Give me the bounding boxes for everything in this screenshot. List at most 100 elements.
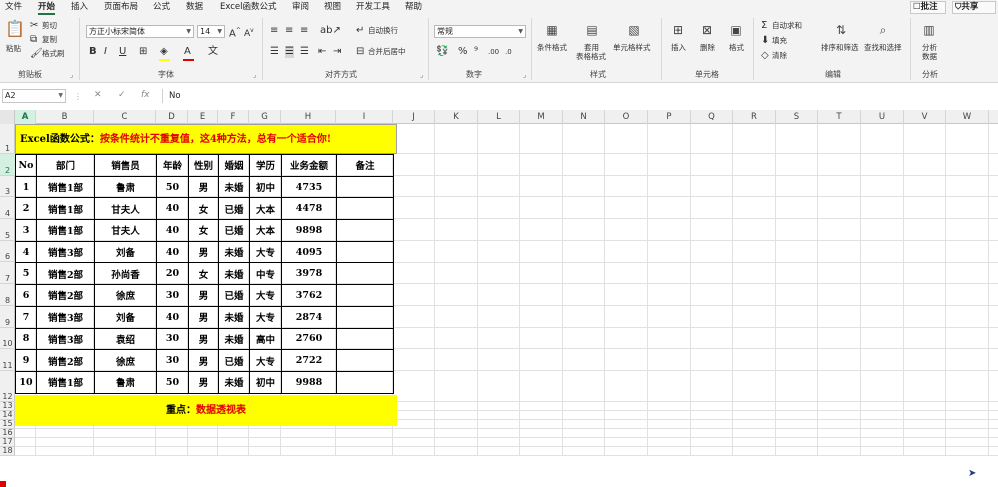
tab-developer[interactable]: 开发工具 bbox=[356, 1, 390, 14]
wrap-text-icon[interactable]: ↵ bbox=[356, 25, 364, 37]
table-cell[interactable]: No bbox=[15, 154, 37, 177]
table-cell[interactable]: 大专 bbox=[249, 349, 282, 372]
table-cell[interactable]: 2760 bbox=[281, 327, 337, 351]
column-header[interactable]: F bbox=[218, 110, 249, 124]
enter-icon[interactable]: ✓ bbox=[118, 90, 126, 100]
fill-icon[interactable]: ⬇ bbox=[761, 35, 769, 47]
tab-page-layout[interactable]: 页面布局 bbox=[104, 1, 138, 14]
table-cell[interactable]: 8 bbox=[15, 327, 37, 351]
table-cell[interactable] bbox=[336, 327, 394, 351]
format-painter-label[interactable]: 格式刷 bbox=[42, 49, 65, 59]
align-left-icon[interactable]: ☰ bbox=[270, 46, 279, 58]
comment-button[interactable]: ☐批注 bbox=[910, 1, 946, 14]
decrease-decimal-icon[interactable]: .0 bbox=[505, 46, 512, 58]
table-cell[interactable]: 销售1部 bbox=[36, 370, 95, 394]
column-header[interactable]: J bbox=[393, 110, 435, 124]
column-header[interactable]: L bbox=[478, 110, 520, 124]
table-cell[interactable]: 20 bbox=[156, 262, 189, 286]
cell-styles-label[interactable]: 单元格样式 bbox=[613, 43, 651, 53]
column-header[interactable]: E bbox=[188, 110, 218, 124]
table-cell[interactable] bbox=[336, 284, 394, 307]
table-cell[interactable]: 未婚 bbox=[218, 240, 250, 264]
copy-icon[interactable]: ⧉ bbox=[30, 34, 37, 46]
row-header[interactable]: 6 bbox=[0, 241, 15, 263]
table-cell[interactable]: 2 bbox=[15, 197, 37, 221]
fill-color-icon[interactable]: ◈ bbox=[160, 46, 168, 58]
row-header[interactable]: 4 bbox=[0, 197, 15, 220]
table-cell[interactable]: 刘备 bbox=[94, 305, 157, 329]
table-cell[interactable]: 女 bbox=[188, 197, 219, 221]
column-header[interactable]: K bbox=[435, 110, 478, 124]
decrease-font-icon[interactable]: Av bbox=[244, 25, 254, 40]
column-header[interactable]: G bbox=[249, 110, 281, 124]
autosum-label[interactable]: 自动求和 bbox=[772, 21, 802, 31]
table-cell[interactable]: 2874 bbox=[281, 305, 337, 329]
currency-icon[interactable]: 💱 bbox=[436, 46, 448, 58]
table-cell[interactable]: 销售3部 bbox=[36, 305, 95, 329]
table-cell[interactable]: 男 bbox=[188, 370, 219, 394]
table-cell[interactable]: 2722 bbox=[281, 349, 337, 372]
table-cell[interactable]: 销售1部 bbox=[36, 175, 95, 199]
align-bottom-icon[interactable]: ≡ bbox=[300, 25, 308, 37]
alignment-launcher-icon[interactable]: ⌟ bbox=[420, 71, 423, 79]
table-cell[interactable]: 鲁肃 bbox=[94, 175, 157, 199]
cell-styles-icon[interactable]: ▧ bbox=[625, 21, 643, 39]
table-cell[interactable]: 男 bbox=[188, 305, 219, 329]
border-icon[interactable]: ⊞ bbox=[139, 46, 147, 58]
insert-cells-label[interactable]: 插入 bbox=[671, 43, 686, 53]
select-all-corner[interactable] bbox=[0, 110, 15, 124]
font-size-select[interactable]: 14 ▼ bbox=[197, 25, 225, 38]
table-cell[interactable]: 已婚 bbox=[218, 349, 250, 372]
table-cell[interactable]: 徐庶 bbox=[94, 284, 157, 307]
table-cell[interactable]: 销售3部 bbox=[36, 240, 95, 264]
column-header[interactable]: S bbox=[776, 110, 818, 124]
column-header[interactable]: H bbox=[281, 110, 336, 124]
tab-view[interactable]: 视图 bbox=[324, 1, 341, 14]
table-cell[interactable]: 5 bbox=[15, 262, 37, 286]
conditional-formatting-icon[interactable]: ▦ bbox=[543, 21, 561, 39]
table-cell[interactable]: 4735 bbox=[281, 175, 337, 199]
table-cell[interactable] bbox=[336, 240, 394, 264]
table-cell[interactable]: 未婚 bbox=[218, 305, 250, 329]
table-cell[interactable]: 大专 bbox=[249, 305, 282, 329]
format-painter-icon[interactable]: 🖌 bbox=[30, 48, 43, 60]
table-cell[interactable]: 男 bbox=[188, 175, 219, 199]
find-select-icon[interactable]: ⌕ bbox=[874, 21, 892, 39]
column-header[interactable]: I bbox=[336, 110, 393, 124]
row-header[interactable]: 8 bbox=[0, 284, 15, 306]
table-cell[interactable]: 7 bbox=[15, 305, 37, 329]
table-cell[interactable]: 婚姻 bbox=[218, 154, 250, 177]
table-cell[interactable]: 销售1部 bbox=[36, 219, 95, 242]
format-as-table-label-2[interactable]: 表格格式 bbox=[576, 52, 606, 62]
sort-filter-icon[interactable]: ⇅ bbox=[832, 21, 850, 39]
table-cell[interactable]: 女 bbox=[188, 219, 219, 242]
share-button[interactable]: ⛉共享 bbox=[952, 1, 996, 14]
insert-function-icon[interactable]: fx bbox=[141, 90, 150, 100]
table-cell[interactable] bbox=[336, 197, 394, 221]
row-header[interactable]: 12 bbox=[0, 371, 15, 402]
table-cell[interactable]: 销售2部 bbox=[36, 349, 95, 372]
table-cell[interactable]: 4478 bbox=[281, 197, 337, 221]
tab-file[interactable]: 文件 bbox=[5, 1, 22, 14]
orientation-icon[interactable]: ab↗ bbox=[320, 25, 341, 37]
table-cell[interactable]: 销售员 bbox=[94, 154, 157, 177]
clipboard-launcher-icon[interactable]: ⌟ bbox=[70, 71, 73, 79]
clear-icon[interactable]: ◇ bbox=[761, 50, 769, 62]
table-cell[interactable]: 10 bbox=[15, 370, 37, 394]
table-cell[interactable]: 业务金额 bbox=[281, 154, 337, 177]
table-cell[interactable] bbox=[336, 349, 394, 372]
table-cell[interactable]: 未婚 bbox=[218, 262, 250, 286]
table-cell[interactable]: 9988 bbox=[281, 370, 337, 394]
font-name-select[interactable]: 方正小标宋简体 ▼ bbox=[86, 25, 194, 38]
table-cell[interactable]: 30 bbox=[156, 327, 189, 351]
increase-decimal-icon[interactable]: .00 bbox=[488, 46, 499, 58]
format-cells-label[interactable]: 格式 bbox=[729, 43, 744, 53]
table-cell[interactable]: 未婚 bbox=[218, 175, 250, 199]
table-cell[interactable]: 3 bbox=[15, 219, 37, 242]
footer-note-cell[interactable]: 重点：数据透视表 bbox=[15, 395, 397, 426]
column-header[interactable]: U bbox=[861, 110, 904, 124]
row-header[interactable]: 2 bbox=[0, 154, 15, 176]
column-header[interactable]: T bbox=[818, 110, 861, 124]
merge-center-icon[interactable]: ⊟ bbox=[356, 46, 364, 58]
cut-label[interactable]: 剪切 bbox=[42, 21, 57, 31]
